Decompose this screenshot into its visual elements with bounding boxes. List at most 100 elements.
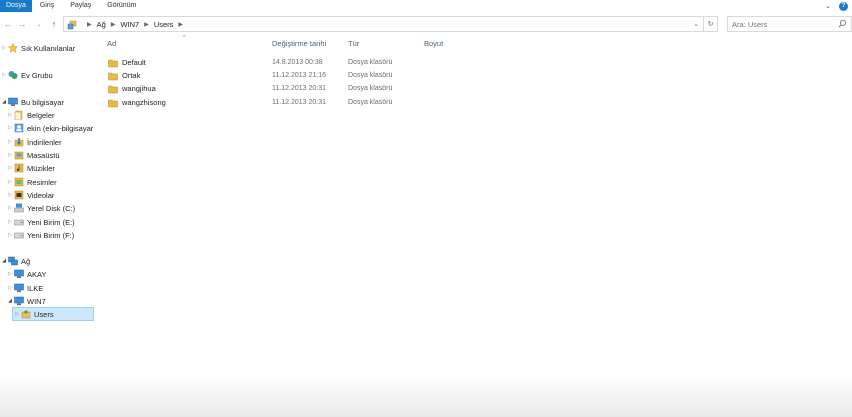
drive-icon	[14, 230, 24, 240]
navigation-bar: ← → ⌄ ↑ ▶ Ağ ▶ WIN7 ▶ Users ▶ ⌄ ↻	[0, 15, 852, 33]
local-disk-icon	[14, 203, 24, 213]
music-icon	[14, 163, 24, 173]
sidebar-item-local-disk-c[interactable]: ▷ Yerel Disk (C:)	[6, 202, 75, 214]
column-header-date[interactable]: Değiştirme tarihi	[272, 36, 326, 50]
file-row[interactable]: wangzhisong 11.12.2013 20:31 Dosya klasö…	[104, 96, 484, 109]
help-icon: ?	[841, 3, 846, 9]
expand-arrow-icon[interactable]: ▷	[6, 125, 14, 131]
expand-arrow-icon[interactable]: ▷	[6, 192, 14, 198]
file-type: Dosya klasörü	[348, 59, 393, 66]
expand-arrow-icon[interactable]: ▷	[6, 205, 14, 211]
refresh-button[interactable]: ↻	[703, 17, 717, 31]
tab-gorunum[interactable]: Görünüm	[99, 0, 144, 12]
sidebar-item-drive-f[interactable]: ▷ Yeni Birim (F:)	[6, 229, 74, 241]
sidebar-item-desktop[interactable]: ▷ Masaüstü	[6, 149, 60, 161]
sidebar-item-pictures[interactable]: ▷ Resimler	[6, 176, 57, 188]
chevron-right-icon[interactable]: ▶	[111, 21, 116, 28]
expand-arrow-icon[interactable]: ▷	[6, 219, 14, 225]
folder-icon	[108, 98, 118, 108]
sidebar-item-favorites[interactable]: ▷ Sık Kullanılanlar	[0, 42, 75, 54]
expand-arrow-icon[interactable]: ▷	[6, 139, 14, 145]
network-icon	[8, 256, 18, 266]
sidebar-item-label: Yerel Disk (C:)	[27, 203, 76, 213]
sidebar-item-drive-e[interactable]: ▷ Yeni Birim (E:)	[6, 216, 75, 228]
sidebar-item-label: ILKE	[27, 283, 44, 293]
arrow-up-icon: ↑	[51, 19, 57, 29]
file-row[interactable]: Default 14.8.2013 00:38 Dosya klasörü	[104, 56, 484, 69]
address-bar[interactable]: ▶ Ağ ▶ WIN7 ▶ Users ▶ ⌄ ↻	[63, 16, 718, 32]
recent-locations-button[interactable]: ⌄	[33, 16, 45, 32]
column-header-name[interactable]: Ad	[107, 36, 116, 50]
address-history-button[interactable]: ⌄	[689, 17, 703, 31]
computer-icon	[14, 269, 24, 279]
sidebar-item-label: Ağ	[21, 256, 31, 266]
folder-icon	[108, 71, 118, 81]
breadcrumb-network[interactable]: Ağ	[97, 20, 106, 29]
tab-dosya[interactable]: Dosya	[0, 0, 32, 12]
search-box[interactable]	[727, 16, 852, 32]
expand-arrow-icon[interactable]: ▷	[0, 72, 8, 78]
sidebar-item-network[interactable]: ◢ Ağ	[0, 255, 30, 267]
expand-arrow-icon[interactable]: ▷	[6, 152, 14, 158]
collapse-arrow-icon[interactable]: ◢	[0, 258, 8, 264]
sidebar-item-ilke[interactable]: ▷ ILKE	[6, 282, 43, 294]
shared-folder-icon	[21, 309, 31, 319]
sidebar-item-label: Yeni Birim (E:)	[27, 217, 75, 227]
user-icon	[14, 123, 24, 133]
collapse-arrow-icon[interactable]: ◢	[0, 99, 8, 105]
forward-button[interactable]: →	[16, 16, 28, 32]
sidebar-item-videos[interactable]: ▷ Videolar	[6, 189, 54, 201]
up-button[interactable]: ↑	[48, 16, 60, 32]
sidebar-item-documents[interactable]: ▷ Belgeler	[6, 109, 55, 121]
sidebar-item-homegroup[interactable]: ▷ Ev Grubu	[0, 69, 53, 81]
sidebar-item-win7[interactable]: ◢ WIN7	[6, 295, 46, 307]
search-input[interactable]	[732, 19, 832, 29]
expand-arrow-icon[interactable]: ▷	[6, 112, 14, 118]
file-row[interactable]: Ortak 11.12.2013 21:16 Dosya klasörü	[104, 69, 484, 82]
file-date: 14.8.2013 00:38	[272, 59, 323, 66]
chevron-right-icon[interactable]: ▶	[178, 21, 183, 28]
tab-paylas[interactable]: Paylaş	[62, 0, 99, 12]
sidebar-item-label: İndirilenler	[27, 137, 62, 147]
sidebar-item-label: Users	[34, 309, 54, 319]
sidebar-item-this-pc[interactable]: ◢ Bu bilgisayar	[0, 96, 64, 108]
refresh-icon: ↻	[707, 21, 714, 28]
file-name: Ortak	[122, 71, 141, 80]
bottom-shadow	[0, 377, 852, 417]
help-button[interactable]: ?	[839, 1, 848, 11]
column-header-type[interactable]: Tür	[348, 36, 359, 50]
search-icon	[838, 19, 847, 30]
breadcrumb-win7[interactable]: WIN7	[120, 20, 139, 29]
column-header-size[interactable]: Boyut	[424, 36, 443, 50]
expand-ribbon-button[interactable]: ⌄	[823, 1, 833, 11]
sidebar-item-label: Resimler	[27, 177, 57, 187]
file-row[interactable]: wangjihua 11.12.2013 20:31 Dosya klasörü	[104, 82, 484, 95]
expand-arrow-icon[interactable]: ▷	[13, 311, 21, 317]
sidebar-item-user-ekin[interactable]: ▷ ekin (ekin-bilgisayar	[6, 122, 93, 134]
expand-arrow-icon[interactable]: ▷	[6, 179, 14, 185]
computer-icon	[8, 97, 18, 107]
sidebar-item-downloads[interactable]: ▷ İndirilenler	[6, 136, 62, 148]
tab-giris[interactable]: Giriş	[32, 0, 62, 12]
back-button[interactable]: ←	[2, 16, 14, 32]
expand-arrow-icon[interactable]: ▷	[6, 271, 14, 277]
network-location-icon	[67, 19, 78, 30]
sidebar-item-label: Masaüstü	[27, 150, 60, 160]
sidebar-item-music[interactable]: ▷ Müzikler	[6, 162, 55, 174]
chevron-right-icon[interactable]: ▶	[144, 21, 149, 28]
expand-arrow-icon[interactable]: ▷	[6, 232, 14, 238]
downloads-icon	[14, 137, 24, 147]
file-date: 11.12.2013 20:31	[272, 99, 326, 106]
arrow-left-icon: ←	[3, 19, 13, 29]
sidebar-item-label: Videolar	[27, 190, 55, 200]
collapse-arrow-icon[interactable]: ◢	[6, 298, 14, 304]
expand-arrow-icon[interactable]: ▷	[6, 285, 14, 291]
expand-arrow-icon[interactable]: ▷	[0, 45, 8, 51]
sidebar-item-users[interactable]: ▷ Users	[12, 307, 94, 321]
sidebar-item-akay[interactable]: ▷ AKAY	[6, 268, 46, 280]
videos-icon	[14, 190, 24, 200]
expand-arrow-icon[interactable]: ▷	[6, 165, 14, 171]
breadcrumb-users[interactable]: Users	[154, 20, 174, 29]
chevron-down-icon: ⌄	[693, 21, 699, 28]
folder-icon	[108, 84, 118, 94]
